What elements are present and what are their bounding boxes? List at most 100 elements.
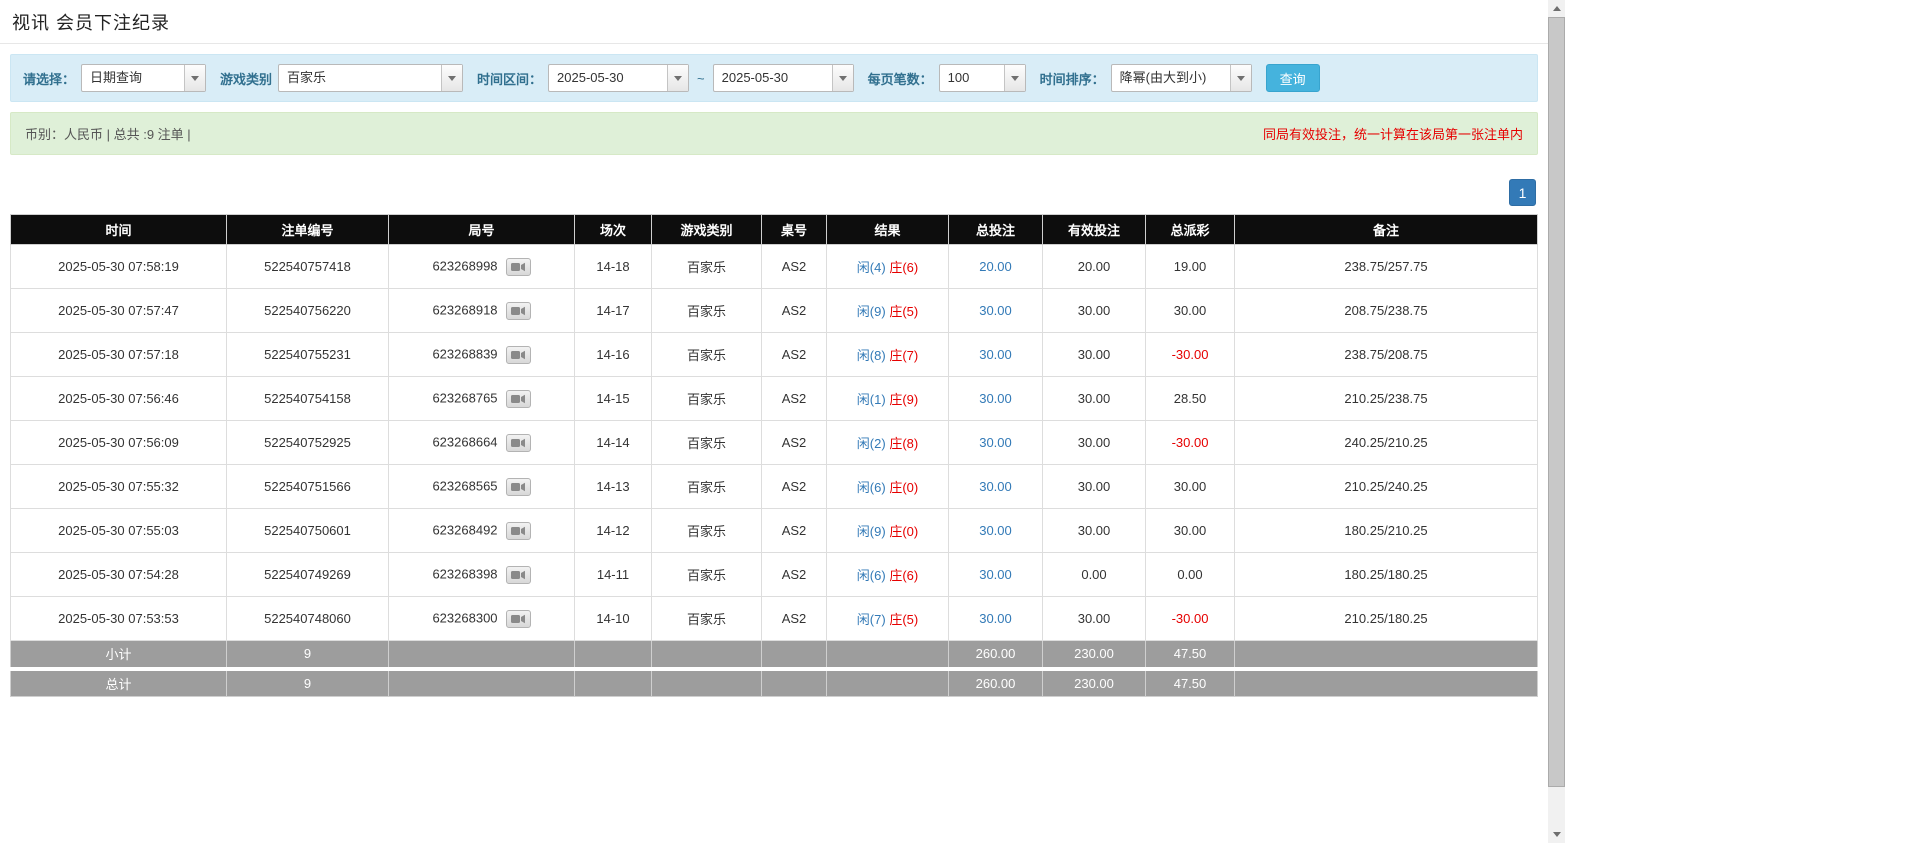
result-cell: 闲(6) 庄(0) xyxy=(827,465,949,509)
total-bet-link[interactable]: 30.00 xyxy=(979,435,1012,450)
date-from-select[interactable]: 2025-05-30 xyxy=(548,64,689,92)
chevron-down-icon[interactable] xyxy=(184,65,205,91)
table-row: 2025-05-30 07:56:09522540752925623268664… xyxy=(11,421,1538,465)
sort-order-label: 时间排序： xyxy=(1040,69,1105,88)
empty-cell xyxy=(575,641,652,669)
filter-bar: 请选择： 日期查询 游戏类别 百家乐 时间区间： 2025-05-30 ~ 20… xyxy=(10,54,1538,102)
result-player: 闲(8) xyxy=(857,348,886,363)
bet-records-table: 时间注单编号局号场次游戏类别桌号结果总投注有效投注总派彩备注 2025-05-3… xyxy=(10,214,1538,697)
column-header-2: 局号 xyxy=(389,215,575,245)
round-number: 623268398 xyxy=(432,566,497,581)
game-type-cell: 百家乐 xyxy=(652,597,762,641)
chevron-down-icon[interactable] xyxy=(441,65,462,91)
scrollbar-thumb[interactable] xyxy=(1548,17,1565,787)
column-header-10: 备注 xyxy=(1235,215,1538,245)
video-replay-icon[interactable] xyxy=(506,522,531,540)
column-header-8: 有效投注 xyxy=(1043,215,1146,245)
chevron-down-icon[interactable] xyxy=(1004,65,1025,91)
scroll-down-icon[interactable] xyxy=(1548,826,1565,843)
bet-id-cell: 522540748060 xyxy=(227,597,389,641)
query-type-select[interactable]: 日期查询 xyxy=(81,64,206,92)
valid-bet-cell: 30.00 xyxy=(1043,377,1146,421)
bet-id-cell: 522540755231 xyxy=(227,333,389,377)
total-bet-cell: 20.00 xyxy=(949,245,1043,289)
result-player: 闲(6) xyxy=(857,480,886,495)
round-cell: 623268664 xyxy=(389,421,575,465)
video-replay-icon[interactable] xyxy=(506,610,531,628)
video-replay-icon[interactable] xyxy=(506,302,531,320)
total-bet-cell: 30.00 xyxy=(949,377,1043,421)
page: 视讯 会员下注纪录 请选择： 日期查询 游戏类别 百家乐 时间区间： 2025-… xyxy=(0,0,1548,697)
scrollbar[interactable] xyxy=(1548,0,1565,843)
video-replay-icon[interactable] xyxy=(506,390,531,408)
round-cell: 623268300 xyxy=(389,597,575,641)
chevron-down-icon[interactable] xyxy=(667,65,688,91)
table-row: 2025-05-30 07:56:46522540754158623268765… xyxy=(11,377,1538,421)
empty-cell xyxy=(652,669,762,697)
chevron-down-icon[interactable] xyxy=(1230,65,1251,91)
total-bet-link[interactable]: 30.00 xyxy=(979,347,1012,362)
scroll-up-icon[interactable] xyxy=(1548,0,1565,17)
game-type-cell: 百家乐 xyxy=(652,465,762,509)
game-type-select[interactable]: 百家乐 xyxy=(278,64,463,92)
total-bet-cell: 30.00 xyxy=(949,465,1043,509)
per-page-value: 100 xyxy=(940,65,1004,91)
sort-order-select[interactable]: 降幂(由大到小) xyxy=(1111,64,1252,92)
total-bet-link[interactable]: 30.00 xyxy=(979,303,1012,318)
empty-cell xyxy=(827,669,949,697)
total-bet-cell: 30.00 xyxy=(949,597,1043,641)
bet-time-cell: 2025-05-30 07:55:32 xyxy=(11,465,227,509)
subtotal-label: 小计 xyxy=(11,641,227,669)
session-cell: 14-18 xyxy=(575,245,652,289)
result-banker: 庄(5) xyxy=(889,612,918,627)
result-cell: 闲(4) 庄(6) xyxy=(827,245,949,289)
note-cell: 238.75/208.75 xyxy=(1235,333,1538,377)
per-page-select[interactable]: 100 xyxy=(939,64,1026,92)
video-replay-icon[interactable] xyxy=(506,258,531,276)
valid-bet-cell: 20.00 xyxy=(1043,245,1146,289)
result-player: 闲(7) xyxy=(857,612,886,627)
summary-bar: 币别：人民币 | 总共 :9 注单 | 同局有效投注，统一计算在该局第一张注单内 xyxy=(10,112,1538,155)
note-cell: 210.25/238.75 xyxy=(1235,377,1538,421)
subtotal-total-bet: 260.00 xyxy=(949,641,1043,669)
total-bet-link[interactable]: 30.00 xyxy=(979,611,1012,626)
payout-cell: 28.50 xyxy=(1146,377,1235,421)
valid-bet-cell: 30.00 xyxy=(1043,465,1146,509)
game-type-value: 百家乐 xyxy=(279,65,441,91)
result-cell: 闲(1) 庄(9) xyxy=(827,377,949,421)
subtotal-row: 小计 9 260.00 230.00 47.50 xyxy=(11,641,1538,669)
chevron-down-icon[interactable] xyxy=(832,65,853,91)
video-replay-icon[interactable] xyxy=(506,478,531,496)
search-button[interactable]: 查询 xyxy=(1266,64,1320,92)
empty-cell xyxy=(652,641,762,669)
bet-time-cell: 2025-05-30 07:57:47 xyxy=(11,289,227,333)
result-cell: 闲(9) 庄(5) xyxy=(827,289,949,333)
round-cell: 623268565 xyxy=(389,465,575,509)
video-replay-icon[interactable] xyxy=(506,566,531,584)
bet-time-cell: 2025-05-30 07:55:03 xyxy=(11,509,227,553)
round-cell: 623268398 xyxy=(389,553,575,597)
result-player: 闲(6) xyxy=(857,568,886,583)
session-cell: 14-11 xyxy=(575,553,652,597)
note-cell: 238.75/257.75 xyxy=(1235,245,1538,289)
video-replay-icon[interactable] xyxy=(506,346,531,364)
game-type-cell: 百家乐 xyxy=(652,553,762,597)
column-header-7: 总投注 xyxy=(949,215,1043,245)
date-to-select[interactable]: 2025-05-30 xyxy=(713,64,854,92)
session-cell: 14-14 xyxy=(575,421,652,465)
result-banker: 庄(7) xyxy=(889,348,918,363)
total-bet-link[interactable]: 30.00 xyxy=(979,479,1012,494)
total-bet-link[interactable]: 30.00 xyxy=(979,567,1012,582)
total-bet-link[interactable]: 30.00 xyxy=(979,391,1012,406)
video-replay-icon[interactable] xyxy=(506,434,531,452)
session-cell: 14-10 xyxy=(575,597,652,641)
time-range-label: 时间区间： xyxy=(477,69,542,88)
tilde-separator: ~ xyxy=(695,71,707,86)
total-bet-link[interactable]: 30.00 xyxy=(979,523,1012,538)
payout-cell: 30.00 xyxy=(1146,465,1235,509)
total-bet-link[interactable]: 20.00 xyxy=(979,259,1012,274)
total-bet-cell: 30.00 xyxy=(949,509,1043,553)
pagination-page-1[interactable]: 1 xyxy=(1509,179,1536,206)
note-cell: 180.25/210.25 xyxy=(1235,509,1538,553)
round-cell: 623268839 xyxy=(389,333,575,377)
